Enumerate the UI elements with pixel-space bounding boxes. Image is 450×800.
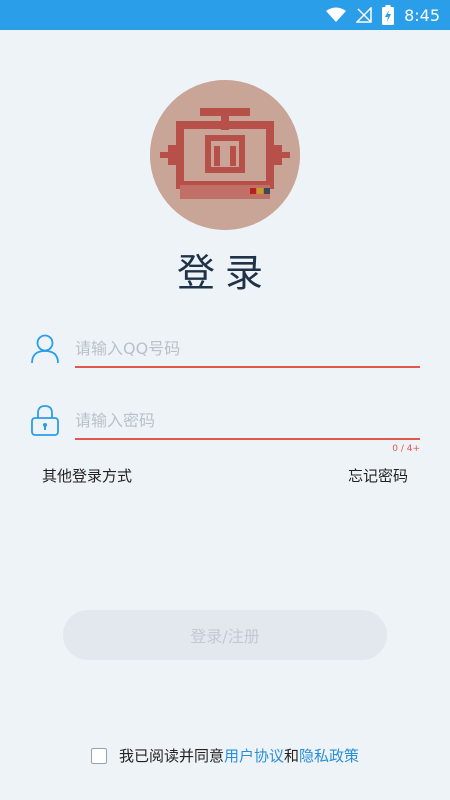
password-length-counter: 0 / 4+: [392, 444, 420, 454]
wifi-icon: [326, 7, 347, 23]
password-underline: [75, 438, 420, 440]
signal-off-icon: [356, 7, 372, 23]
qq-field: [30, 330, 420, 380]
forgot-password-link[interactable]: 忘记密码: [348, 465, 408, 486]
password-input[interactable]: [75, 402, 420, 438]
login-register-button[interactable]: 登录/注册: [63, 610, 387, 660]
avatar: [150, 80, 300, 230]
qq-input[interactable]: [75, 330, 420, 366]
auth-links: 其他登录方式 忘记密码: [42, 465, 408, 486]
qq-underline: [75, 366, 420, 368]
agreement-and: 和: [284, 747, 300, 765]
user-icon: [31, 334, 59, 364]
battery-charging-icon: [382, 5, 395, 25]
password-field: [30, 402, 420, 452]
agreement-checkbox[interactable]: [90, 747, 107, 764]
page-title: 登录: [176, 251, 273, 295]
status-time: 8:45: [404, 5, 440, 25]
privacy-policy-link[interactable]: 隐私政策: [299, 745, 359, 766]
app-logo: [150, 80, 300, 230]
other-login-link[interactable]: 其他登录方式: [42, 465, 132, 486]
agreement-row: 我已阅读并同意 用户协议 和 隐私政策: [0, 745, 450, 766]
agreement-prefix: 我已阅读并同意: [118, 747, 224, 765]
lock-icon: [31, 405, 59, 436]
user-agreement-link[interactable]: 用户协议: [224, 745, 284, 766]
status-bar: 8:45: [0, 0, 450, 30]
